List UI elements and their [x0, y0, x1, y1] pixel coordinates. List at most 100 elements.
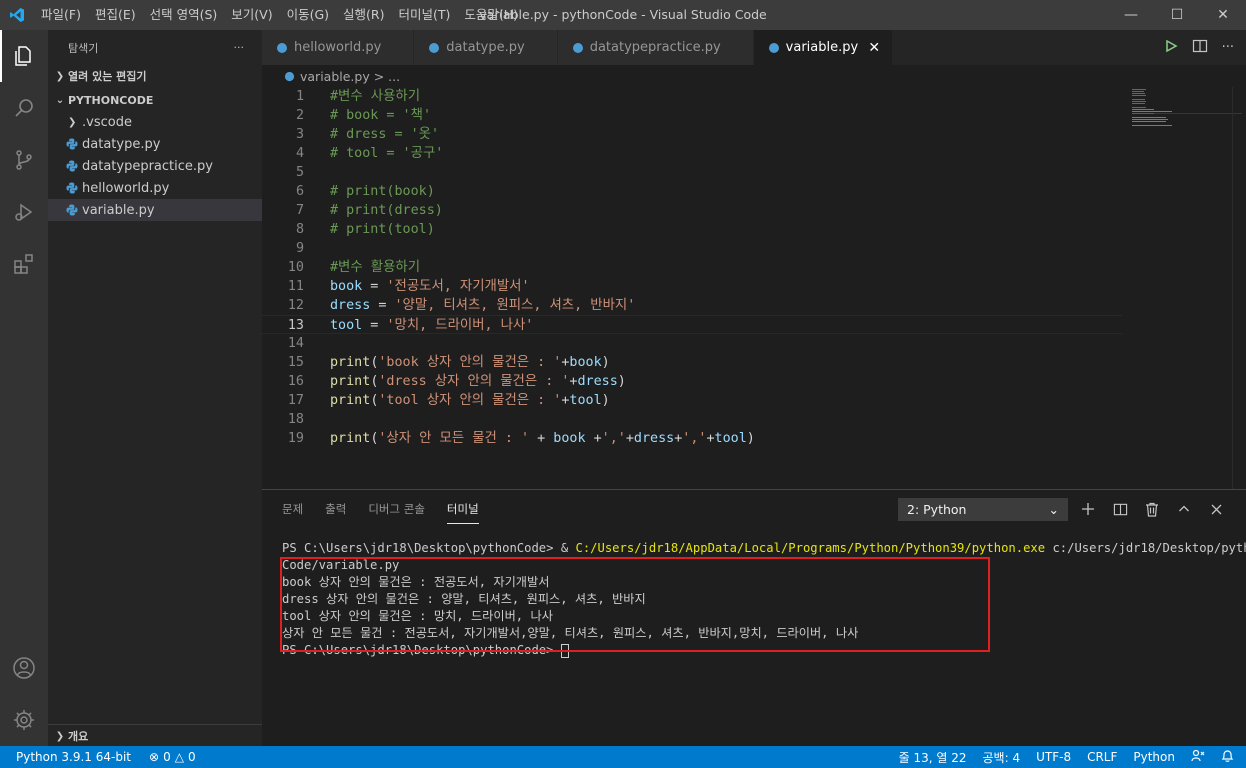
code-line: 5: [295, 165, 304, 180]
language-mode[interactable]: Python: [1133, 750, 1175, 764]
code-editor[interactable]: 1 #변수 사용하기 2 # book = '책' 3 # dress = '옷' 4…: [262, 87, 1246, 489]
encoding[interactable]: UTF-8: [1036, 750, 1071, 764]
code-line: 2 # book = '책': [295, 108, 431, 123]
code-text: print('book 상자 안의 물건은 : '+book): [330, 355, 610, 370]
end-of-line[interactable]: CRLF: [1087, 750, 1117, 764]
code-text: print('dress 상자 안의 물건은 : '+dress): [330, 374, 626, 389]
code-line: 19 print('상자 안 모든 물건 : ' + book +','+dres…: [287, 431, 755, 446]
bottom-panel: 문제 출력 디버그 콘솔 터미널 2: Python ⌄ PS C:\Users…: [262, 489, 1246, 746]
tab-helloworld[interactable]: helloworld.py: [262, 30, 415, 65]
settings-gear-icon[interactable]: [0, 694, 48, 746]
status-bar: Python 3.9.1 64-bit ⊗ 0 △ 0 줄 13, 열 22 공…: [0, 746, 1246, 768]
explorer-sidebar: 탐색기 ··· ❯ 열려 있는 편집기 ⌄ PYTHONCODE ❯ .vsco…: [48, 30, 262, 746]
code-line: 12 dress = '양말, 티셔츠, 원피스, 셔츠, 반바지': [287, 298, 636, 313]
chevron-right-icon: ❯: [68, 116, 77, 128]
code-text: dress = '양말, 티셔츠, 원피스, 셔츠, 반바지': [330, 298, 636, 313]
split-terminal-icon[interactable]: [1112, 501, 1128, 517]
explorer-icon[interactable]: [0, 30, 48, 82]
menu-bar: 파일(F) 편집(E) 선택 영역(S) 보기(V) 이동(G) 실행(R) 터…: [34, 0, 525, 30]
indentation[interactable]: 공백: 4: [983, 749, 1021, 766]
tab-variable[interactable]: variable.py ✕: [753, 30, 894, 65]
tab-label: datatypepractice.py: [589, 40, 721, 55]
python-file-icon: [284, 71, 295, 82]
run-debug-icon[interactable]: [0, 186, 48, 238]
account-icon[interactable]: [0, 642, 48, 694]
minimap[interactable]: [1128, 87, 1246, 489]
search-icon[interactable]: [0, 82, 48, 134]
menu-help[interactable]: 도움말(H): [457, 0, 525, 30]
breadcrumb-file[interactable]: variable.py: [300, 69, 370, 84]
open-editors-section[interactable]: ❯ 열려 있는 편집기: [48, 65, 262, 87]
terminal-output[interactable]: PS C:\Users\jdr18\Desktop\pythonCode> & …: [280, 540, 1246, 659]
code-line: 6 # print(book): [295, 184, 435, 199]
code-text: #변수 사용하기: [330, 89, 421, 104]
code-text: # print(tool): [330, 222, 435, 237]
tab-debug-console[interactable]: 디버그 콘솔: [368, 495, 425, 523]
menu-selection[interactable]: 선택 영역(S): [143, 0, 225, 30]
python-file-icon: [64, 182, 80, 194]
tree-item-datatype[interactable]: datatype.py: [48, 133, 262, 155]
code-text: book = '전공도서, 자기개발서': [330, 279, 530, 294]
tree-item-datatypepractice[interactable]: datatypepractice.py: [48, 155, 262, 177]
notifications-bell-icon[interactable]: [1221, 749, 1234, 766]
menu-edit[interactable]: 편집(E): [88, 0, 143, 30]
close-icon[interactable]: ✕: [866, 40, 882, 56]
run-file-icon[interactable]: [1164, 39, 1178, 57]
outline-section[interactable]: ❯ 개요: [48, 724, 262, 746]
python-file-icon: [768, 42, 780, 54]
warning-count: 0: [187, 750, 196, 764]
tree-item-variable[interactable]: variable.py: [48, 199, 262, 221]
menu-file[interactable]: 파일(F): [34, 0, 88, 30]
code-line: 3 # dress = '옷': [295, 127, 440, 142]
tab-label: variable.py: [785, 40, 859, 55]
terminal-line: PS C:\Users\jdr18\Desktop\pythonCode> & …: [282, 540, 1246, 557]
close-icon[interactable]: [1208, 501, 1224, 517]
maximize-button[interactable]: ☐: [1154, 0, 1200, 30]
code-line: 14: [287, 336, 304, 351]
menu-run[interactable]: 실행(R): [336, 0, 391, 30]
folder-section[interactable]: ⌄ PYTHONCODE: [48, 89, 262, 111]
python-file-icon: [276, 42, 288, 54]
terminal-select[interactable]: 2: Python ⌄: [898, 498, 1068, 521]
tab-datatype[interactable]: datatype.py: [414, 30, 558, 65]
tab-terminal[interactable]: 터미널: [446, 495, 479, 524]
close-window-button[interactable]: ✕: [1200, 0, 1246, 30]
menu-view[interactable]: 보기(V): [224, 0, 279, 30]
code-line: 10 #변수 활용하기: [287, 260, 421, 275]
chevron-right-icon: ❯: [55, 70, 65, 82]
cursor-position[interactable]: 줄 13, 열 22: [899, 749, 967, 766]
trash-icon[interactable]: [1144, 501, 1160, 517]
highlight-box: [280, 557, 990, 652]
extensions-icon[interactable]: [0, 238, 48, 290]
problems-status[interactable]: ⊗ 0 △ 0: [149, 750, 196, 764]
code-text: # dress = '옷': [330, 127, 440, 142]
breadcrumb-rest[interactable]: > ...: [374, 69, 400, 84]
tab-problems[interactable]: 문제: [282, 495, 303, 523]
tree-item-label: datatypepractice.py: [82, 158, 213, 174]
source-control-icon[interactable]: [0, 134, 48, 186]
feedback-icon[interactable]: [1191, 749, 1205, 766]
editor-scrollbar[interactable]: [1232, 87, 1246, 489]
code-line: 9: [295, 241, 304, 256]
python-file-icon: [572, 42, 584, 54]
tree-item-vscode[interactable]: ❯ .vscode: [48, 111, 262, 133]
split-editor-icon[interactable]: [1192, 38, 1208, 58]
tree-item-helloworld[interactable]: helloworld.py: [48, 177, 262, 199]
breadcrumb: variable.py > ...: [262, 65, 1246, 87]
terminal-arg: c:/Users/jdr18/Desktop/python: [1045, 541, 1246, 555]
chevron-up-icon[interactable]: [1176, 501, 1192, 517]
code-text: # tool = '공구': [330, 146, 444, 161]
tab-datatypepractice[interactable]: datatypepractice.py: [557, 30, 754, 65]
more-actions-icon[interactable]: ···: [234, 41, 245, 54]
folder-label: PYTHONCODE: [68, 93, 154, 107]
panel-actions: [1080, 490, 1224, 528]
tab-output[interactable]: 출력: [325, 495, 346, 523]
menu-go[interactable]: 이동(G): [280, 0, 336, 30]
code-line-current: 13 tool = '망치, 드라이버, 나사': [262, 315, 1122, 334]
more-actions-icon[interactable]: ···: [1222, 40, 1234, 55]
menu-terminal[interactable]: 터미널(T): [392, 0, 458, 30]
minimize-button[interactable]: —: [1108, 0, 1154, 30]
new-terminal-icon[interactable]: [1080, 501, 1096, 517]
python-interpreter[interactable]: Python 3.9.1 64-bit: [16, 750, 131, 764]
open-editors-label: 열려 있는 편집기: [68, 70, 147, 83]
